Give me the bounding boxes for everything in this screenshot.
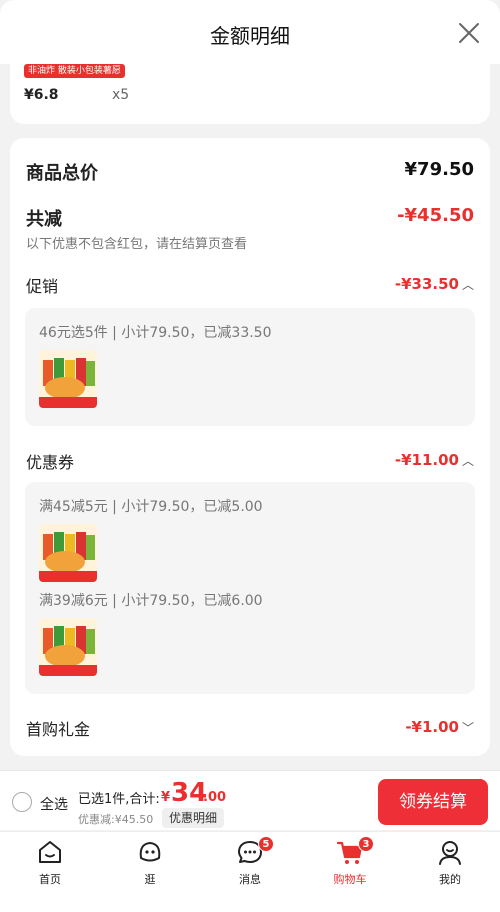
product-image bbox=[39, 350, 97, 408]
discount-summary: 优惠减:¥45.50 bbox=[78, 813, 154, 826]
item-quantity: x5 bbox=[112, 87, 130, 103]
coupon-group: 满45减5元 | 小计79.50，已减5.00 满39减6元 | 小计79.50… bbox=[25, 482, 475, 694]
total-discount-label: 共减 bbox=[26, 209, 62, 230]
total-price-value: ¥79.50 bbox=[404, 159, 474, 180]
promo-toggle[interactable]: -¥33.50 ︿ bbox=[395, 275, 474, 293]
checkout-button[interactable]: 领券结算 bbox=[378, 779, 488, 825]
browse-icon bbox=[139, 842, 161, 862]
close-icon[interactable] bbox=[458, 22, 480, 44]
sheet-title: 金额明细 bbox=[210, 24, 290, 48]
selected-count: 已选1件,合计: bbox=[78, 792, 160, 807]
tab-label: 我的 bbox=[439, 873, 461, 886]
tab-profile[interactable]: 我的 bbox=[410, 838, 490, 898]
bottom-tab-bar: 首页 逛 5 消息 3 购物车 我的 bbox=[0, 831, 500, 912]
discount-note: 以下优惠不包含红包，请在结算页查看 bbox=[26, 237, 248, 252]
first-gift-toggle[interactable]: -¥1.00 ﹀ bbox=[405, 718, 474, 736]
price-breakdown-card: 商品总价 ¥79.50 共减 -¥45.50 以下优惠不包含红包，请在结算页查看… bbox=[10, 138, 490, 756]
product-thumbnail[interactable] bbox=[39, 350, 97, 408]
profile-icon bbox=[439, 841, 461, 865]
coupon-rule-line-1: 满45减5元 | 小计79.50，已减5.00 bbox=[39, 499, 263, 515]
item-price: ¥6.8 bbox=[24, 87, 59, 103]
home-icon bbox=[39, 841, 61, 863]
tab-home[interactable]: 首页 bbox=[10, 838, 90, 898]
promo-group: 46元选5件 | 小计79.50，已减33.50 bbox=[25, 308, 475, 426]
tab-label: 购物车 bbox=[333, 873, 367, 886]
promo-label: 促销 bbox=[26, 277, 59, 296]
product-thumbnail[interactable] bbox=[39, 524, 97, 582]
chevron-down-icon: ﹀ bbox=[461, 721, 474, 735]
total-amount-decimal: .00 bbox=[203, 790, 227, 805]
promo-rule-line: 46元选5件 | 小计79.50，已减33.50 bbox=[39, 325, 272, 341]
chevron-up-icon: ︿ bbox=[461, 454, 474, 468]
coupon-rule-line-2: 满39减6元 | 小计79.50，已减6.00 bbox=[39, 593, 263, 609]
tab-label: 消息 bbox=[239, 873, 261, 886]
coupon-label: 优惠券 bbox=[26, 453, 75, 472]
first-gift-value: -¥1.00 bbox=[405, 718, 459, 736]
promo-value: -¥33.50 bbox=[394, 275, 459, 293]
select-all-radio[interactable] bbox=[12, 792, 32, 812]
total-price-label: 商品总价 bbox=[26, 163, 98, 184]
amount-detail-sheet: 非油炸 散装小包装薯愿 ¥6.8 x5 金额明细 商品总价 ¥79.50 共减 … bbox=[0, 0, 500, 770]
tab-messages[interactable]: 5 消息 bbox=[210, 836, 290, 898]
cart-badge: 3 bbox=[358, 836, 374, 852]
discount-detail-button[interactable]: 优惠明细 bbox=[162, 808, 225, 828]
product-image bbox=[39, 618, 97, 676]
checkout-bar: 全选 已选1件,合计: ¥ 34 .00 优惠减:¥45.50 优惠明细 领券结… bbox=[0, 770, 500, 830]
tab-cart[interactable]: 3 购物车 bbox=[310, 836, 390, 898]
first-gift-label: 首购礼金 bbox=[26, 720, 91, 739]
total-amount-integer: 34 bbox=[171, 778, 208, 808]
product-tag: 非油炸 散装小包装薯愿 bbox=[24, 64, 125, 78]
total-currency: ¥ bbox=[161, 790, 171, 805]
message-badge: 5 bbox=[258, 836, 274, 852]
coupon-toggle[interactable]: -¥11.00 ︿ bbox=[395, 451, 474, 469]
product-thumbnail[interactable] bbox=[39, 618, 97, 676]
chevron-up-icon: ︿ bbox=[461, 278, 474, 292]
tab-label: 逛 bbox=[144, 873, 156, 886]
coupon-value: -¥11.00 bbox=[394, 451, 459, 469]
tab-browse[interactable]: 逛 bbox=[110, 838, 190, 898]
tab-label: 首页 bbox=[39, 873, 61, 886]
product-image bbox=[39, 524, 97, 582]
sheet-header: 金额明细 bbox=[0, 0, 500, 64]
total-discount-value: -¥45.50 bbox=[397, 205, 474, 226]
select-all-label[interactable]: 全选 bbox=[40, 794, 68, 814]
